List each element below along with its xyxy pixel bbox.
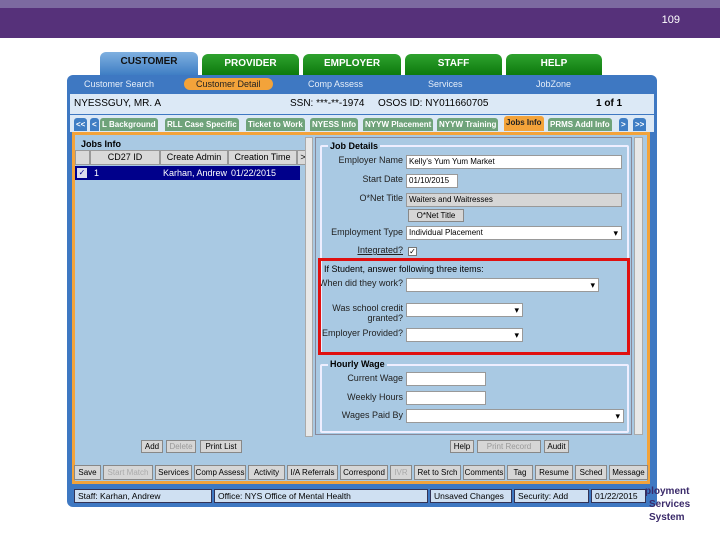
audit-button[interactable]: Audit — [544, 440, 569, 453]
employer-name-label: Employer Name — [338, 155, 403, 165]
cell-admin: Karhan, Andrew — [163, 168, 228, 178]
correspond-button[interactable]: Correspond — [340, 465, 388, 480]
tab-last[interactable]: >> — [633, 118, 647, 131]
tab-prev[interactable]: < — [90, 118, 99, 131]
detail-tabs: << < L Background RLL Case Specific Tick… — [70, 115, 654, 132]
wages-paid-by-label: Wages Paid By — [341, 410, 403, 420]
start-date-input[interactable]: 01/10/2015 — [406, 174, 458, 188]
onet-title-field: Waiters and Waitresses — [406, 193, 622, 207]
record-count: 1 of 1 — [596, 98, 623, 109]
wages-paid-by-select[interactable] — [406, 409, 624, 423]
integrated-checkbox[interactable]: ✓ — [408, 247, 417, 256]
message-button[interactable]: Message — [609, 465, 648, 480]
customer-name: NYESSGUY, MR. A — [74, 98, 162, 109]
row-checkbox[interactable]: ✓ — [77, 168, 87, 178]
tab-help[interactable]: HELP — [506, 54, 602, 75]
integrated-label[interactable]: Integrated? — [316, 245, 403, 255]
status-date: 01/22/2015 — [591, 489, 646, 503]
delete-button[interactable]: Delete — [166, 440, 196, 453]
start-date-label: Start Date — [362, 174, 403, 184]
right-scrollbar[interactable] — [634, 137, 643, 435]
jobs-info-title: Jobs Info — [81, 139, 121, 149]
status-security: Security: Add — [514, 489, 589, 503]
status-staff: Staff: Karhan, Andrew — [74, 489, 212, 503]
page-number: 109 — [661, 14, 680, 26]
customer-info-row: NYESSGUY, MR. A SSN: ***-**-1974 OSOS ID… — [70, 94, 654, 114]
cell-time: 01/22/2015 — [231, 168, 277, 178]
action-toolbar: Save Start Match Services Comp Assess Ac… — [72, 463, 650, 481]
comments-button[interactable]: Comments — [463, 465, 505, 480]
weekly-hours-input[interactable] — [406, 391, 486, 405]
tab-nyess-info[interactable]: NYESS Info — [310, 118, 359, 131]
tab-next[interactable]: > — [619, 118, 628, 131]
nav-services[interactable]: Services — [428, 79, 463, 89]
employer-name-input[interactable]: Kelly's Yum Yum Market — [406, 155, 622, 169]
col-creation-time[interactable]: Creation Time — [228, 150, 297, 165]
tab-ticket-to-work[interactable]: Ticket to Work — [246, 118, 305, 131]
cell-id: 1 — [94, 168, 100, 178]
comp-assess-button[interactable]: Comp Assess — [194, 465, 246, 480]
logo-text-line2: Services System — [649, 499, 691, 523]
osos-id: OSOS ID: NY011660705 — [378, 98, 489, 109]
ret-to-srch-button[interactable]: Ret to Srch — [414, 465, 461, 480]
col-cd27-id[interactable]: CD27 ID — [90, 150, 160, 165]
employment-type-select[interactable]: Individual Placement — [406, 226, 622, 240]
student-items-highlight — [318, 258, 630, 355]
job-details-title: Job Details — [328, 141, 381, 151]
services-button[interactable]: Services — [155, 465, 192, 480]
nav-customer-detail[interactable]: Customer Detail — [184, 78, 273, 90]
tab-rll-case-specific[interactable]: RLL Case Specific — [165, 118, 239, 131]
nav-comp-assess[interactable]: Comp Assess — [308, 79, 363, 89]
onet-title-label: O*Net Title — [359, 193, 403, 203]
status-office: Office: NYS Office of Mental Health — [214, 489, 428, 503]
tab-nyyw-placement[interactable]: NYYW Placement — [363, 118, 434, 131]
resume-button[interactable]: Resume — [535, 465, 573, 480]
table-row[interactable]: ✓ 1 Karhan, Andrew 01/22/2015 — [75, 166, 300, 180]
weekly-hours-label: Weekly Hours — [347, 392, 403, 402]
print-list-button[interactable]: Print List — [200, 440, 242, 453]
status-unsaved-changes: Unsaved Changes — [430, 489, 512, 503]
ia-referrals-button[interactable]: I/A Referrals — [287, 465, 338, 480]
customer-ssn: SSN: ***-**-1974 — [290, 98, 365, 109]
jobs-info-panel: Jobs Info CD27 ID Create Admin Creation … — [75, 137, 309, 453]
tab-nyyw-training[interactable]: NYYW Training — [437, 118, 499, 131]
slide-header-bar — [0, 0, 720, 38]
sched-button[interactable]: Sched — [575, 465, 607, 480]
col-create-admin[interactable]: Create Admin — [160, 150, 228, 165]
nav-customer-search[interactable]: Customer Search — [84, 79, 154, 89]
nav-jobzone[interactable]: JobZone — [536, 79, 571, 89]
current-wage-label: Current Wage — [347, 373, 403, 383]
onet-title-button[interactable]: O*Net Title — [408, 209, 464, 222]
tab-background[interactable]: L Background — [100, 118, 158, 131]
tab-provider[interactable]: PROVIDER — [202, 54, 299, 75]
activity-button[interactable]: Activity — [248, 465, 285, 480]
tab-first[interactable]: << — [74, 118, 88, 131]
tag-button[interactable]: Tag — [507, 465, 533, 480]
tab-prms-addl-info[interactable]: PRMS Addl Info — [548, 118, 612, 131]
add-button[interactable]: Add — [141, 440, 163, 453]
employment-type-label: Employment Type — [331, 227, 403, 237]
tab-staff[interactable]: STAFF — [405, 54, 502, 75]
header-select — [75, 150, 90, 165]
help-button[interactable]: Help — [450, 440, 474, 453]
tab-employer[interactable]: EMPLOYER — [303, 54, 401, 75]
tab-jobs-info[interactable]: Jobs Info — [504, 116, 544, 131]
start-match-button[interactable]: Start Match — [103, 465, 153, 480]
print-record-button[interactable]: Print Record — [477, 440, 541, 453]
save-button[interactable]: Save — [74, 465, 101, 480]
hourly-wage-title: Hourly Wage — [328, 359, 387, 369]
background-logo: ployment Services System — [645, 485, 720, 524]
sub-navigation: Customer Search Customer Detail Comp Ass… — [70, 77, 654, 93]
left-scrollbar[interactable] — [305, 137, 313, 437]
logo-text-line1: ployment — [645, 486, 690, 497]
current-wage-input[interactable] — [406, 372, 486, 386]
tab-customer[interactable]: CUSTOMER — [100, 52, 198, 75]
ivr-button[interactable]: IVR — [390, 465, 412, 480]
